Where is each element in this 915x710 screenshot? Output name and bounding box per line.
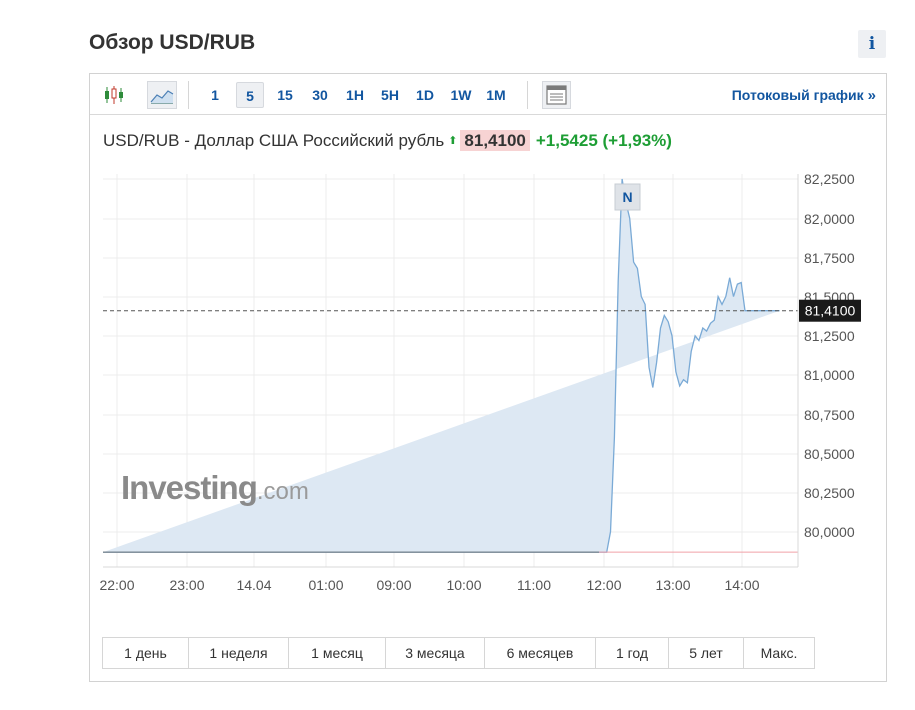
investing-watermark: Investing.com [121,469,309,507]
y-tick-label: 82,0000 [804,211,855,227]
y-tick-label: 81,2500 [804,328,855,344]
range-1-day[interactable]: 1 день [103,638,189,668]
y-tick-label: 80,2500 [804,485,855,501]
price-chart[interactable]: 82,250082,000081,750081,500081,250081,00… [90,74,886,594]
chart-widget: 1 5 15 30 1H 5H 1D 1W 1M Потоковый графи… [89,73,887,682]
x-tick-label: 13:00 [655,577,690,593]
range-5-years[interactable]: 5 лет [669,638,744,668]
x-tick-label: 14.04 [236,577,271,593]
range-selector: 1 день 1 неделя 1 месяц 3 месяца 6 месяц… [102,637,815,669]
watermark-domain: .com [256,478,309,505]
x-tick-label: 10:00 [446,577,481,593]
x-tick-label: 09:00 [376,577,411,593]
range-6-months[interactable]: 6 месяцев [485,638,596,668]
x-tick-label: 11:00 [517,577,551,593]
range-max[interactable]: Макс. [744,638,814,668]
current-price-label: 81,4100 [805,303,856,319]
news-marker-label: N [622,189,632,205]
range-1-month[interactable]: 1 месяц [289,638,386,668]
range-1-year[interactable]: 1 год [596,638,669,668]
range-3-months[interactable]: 3 месяца [386,638,485,668]
y-tick-label: 81,0000 [804,367,855,383]
range-1-week[interactable]: 1 неделя [189,638,289,668]
y-tick-label: 82,2500 [804,171,855,187]
x-tick-label: 23:00 [169,577,204,593]
info-button[interactable]: i [858,30,886,58]
watermark-brand: Investing [121,469,258,506]
y-tick-label: 80,0000 [804,524,855,540]
x-tick-label: 14:00 [724,577,759,593]
x-tick-label: 12:00 [586,577,621,593]
page-title: Обзор USD/RUB [89,31,256,54]
x-tick-label: 22:00 [99,577,134,593]
y-tick-label: 81,7500 [804,250,855,266]
x-tick-label: 01:00 [308,577,343,593]
y-tick-label: 80,7500 [804,407,855,423]
y-tick-label: 80,5000 [804,446,855,462]
